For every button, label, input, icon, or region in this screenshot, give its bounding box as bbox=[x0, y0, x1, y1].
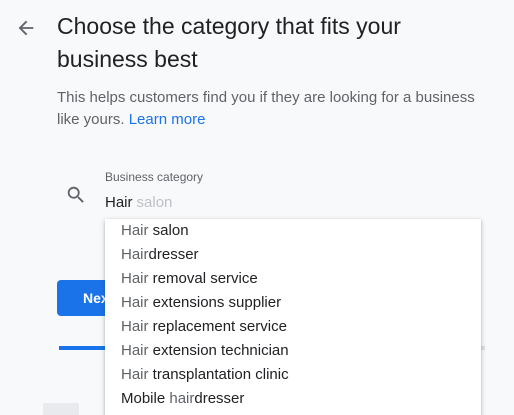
suggestion-option[interactable]: Hair extension technician bbox=[105, 339, 481, 363]
search-icon bbox=[67, 186, 84, 203]
suggestion-option[interactable]: Mobile hairdresser bbox=[105, 387, 481, 411]
category-autocomplete-hint: salon bbox=[136, 194, 173, 211]
back-button[interactable] bbox=[12, 14, 40, 42]
suggestion-option[interactable]: Hair replacement service bbox=[105, 315, 481, 339]
suggestion-option[interactable]: Hairdresser bbox=[105, 243, 481, 267]
category-input[interactable]: Hair salon bbox=[105, 194, 172, 211]
intro-text: This helps customers find you if they ar… bbox=[57, 87, 477, 131]
suggestion-option[interactable]: Hair extensions supplier bbox=[105, 291, 481, 315]
suggestion-option[interactable]: Hair transplantation clinic bbox=[105, 363, 481, 387]
progress-fill bbox=[59, 346, 106, 350]
learn-more-link[interactable]: Learn more bbox=[129, 111, 206, 128]
suggestion-option[interactable]: Hair removal service bbox=[105, 267, 481, 291]
bottom-control[interactable] bbox=[43, 403, 79, 415]
intro-description: This helps customers find you if they ar… bbox=[57, 89, 475, 128]
page: Choose the category that fits your busin… bbox=[0, 0, 514, 415]
arrow-back-icon bbox=[18, 20, 34, 36]
suggestion-option[interactable]: Hair salon bbox=[105, 219, 481, 243]
category-suggestions-dropdown: Hair salon Hairdresser Hair removal serv… bbox=[105, 219, 481, 415]
category-field-label: Business category bbox=[105, 170, 204, 184]
page-title: Choose the category that fits your busin… bbox=[57, 13, 401, 72]
category-typed-text: Hair bbox=[105, 194, 133, 211]
